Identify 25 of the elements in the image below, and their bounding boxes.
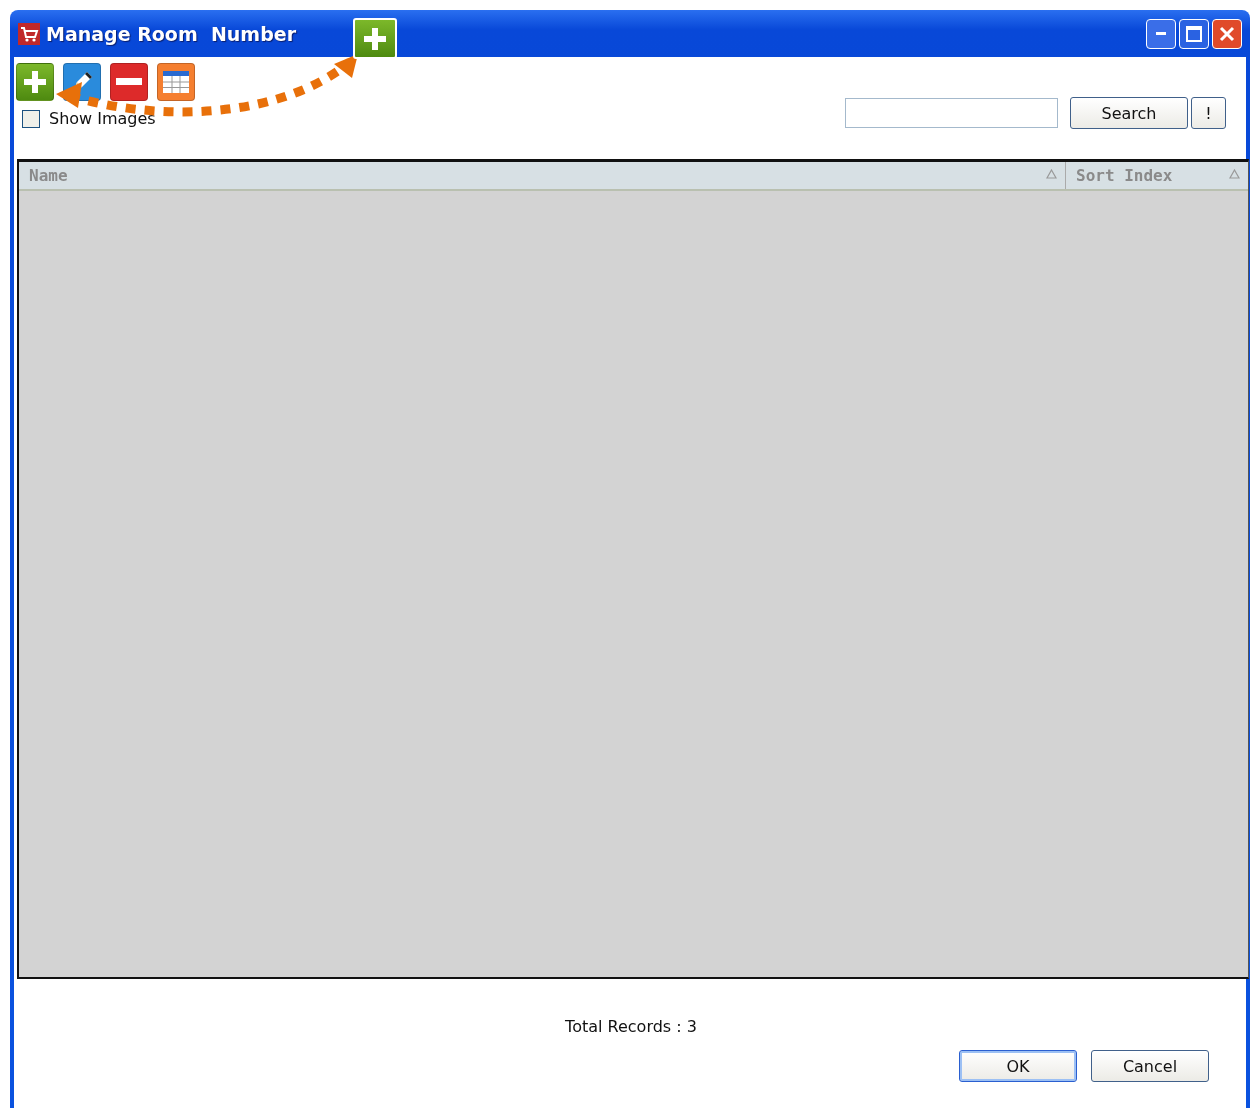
- total-records: Total Records : 3: [565, 1017, 697, 1036]
- plus-icon: [24, 71, 46, 93]
- window-title: Manage Room Number: [46, 22, 297, 45]
- minimize-button[interactable]: [1146, 18, 1176, 49]
- maximize-icon: [1186, 25, 1202, 42]
- table-icon: [163, 71, 189, 93]
- grid-button[interactable]: [157, 63, 195, 101]
- clear-button[interactable]: !: [1191, 97, 1226, 129]
- cart-icon: [18, 22, 40, 45]
- ok-button[interactable]: OK: [959, 1050, 1077, 1082]
- minus-icon: [116, 78, 142, 86]
- delete-button[interactable]: [110, 63, 148, 101]
- minimize-icon: [1156, 31, 1166, 36]
- cancel-button[interactable]: Cancel: [1091, 1050, 1209, 1082]
- add-button[interactable]: [16, 63, 54, 101]
- checkbox[interactable]: [22, 109, 40, 128]
- plus-icon: [364, 27, 386, 50]
- search-button[interactable]: Search: [1070, 97, 1188, 129]
- checkbox-label: Show Images: [49, 109, 156, 128]
- search-field[interactable]: [845, 98, 1058, 128]
- sort-icon: [1229, 169, 1240, 179]
- maximize-button[interactable]: [1179, 18, 1209, 49]
- sort-icon: [1046, 169, 1057, 179]
- close-icon: [1219, 25, 1235, 42]
- close-button[interactable]: [1212, 18, 1242, 49]
